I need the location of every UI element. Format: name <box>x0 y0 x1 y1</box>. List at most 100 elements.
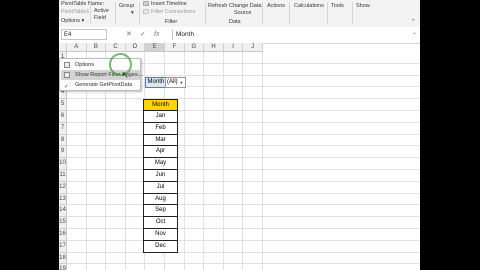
column-header-g[interactable]: G <box>184 43 205 52</box>
options-icon <box>64 62 70 68</box>
gridline <box>67 98 420 100</box>
month-cell[interactable]: Jun <box>143 170 178 182</box>
column-header-c[interactable]: C <box>106 43 126 52</box>
month-cell[interactable]: Mar <box>143 134 178 147</box>
column-header-f[interactable]: F <box>165 43 185 52</box>
pivottable-name-label: PivotTable Name: <box>61 1 105 7</box>
report-filter-value: (All) <box>167 78 178 85</box>
column-header-d[interactable]: D <box>125 43 146 52</box>
gridline <box>67 239 420 241</box>
report-filter-field-label[interactable]: Month <box>145 76 167 88</box>
row-header-16[interactable]: 16 <box>59 229 67 241</box>
gridline <box>67 180 420 182</box>
mouse-pointer-icon: ↖ <box>122 71 129 80</box>
cancel-icon[interactable]: ✕ <box>126 30 132 39</box>
calculations-button[interactable]: Calculations <box>294 3 324 9</box>
gridline <box>67 157 420 159</box>
row-header-19[interactable]: 19 <box>59 264 67 270</box>
refresh-button[interactable]: Refresh <box>208 3 227 9</box>
excel-window: PivotTable Name: PivotTable1 Options ▾ A… <box>59 0 420 270</box>
row-header-18[interactable]: 18 <box>59 252 67 265</box>
chevron-down-icon: ▾ <box>81 18 85 24</box>
change-data-source-label-1[interactable]: Change Data <box>229 3 261 9</box>
report-filter-pages-icon <box>64 72 70 78</box>
column-header-e[interactable]: E <box>145 43 165 52</box>
chevron-down-icon: ▾ <box>131 10 134 16</box>
select-all-corner[interactable] <box>59 43 67 52</box>
name-box[interactable]: E4 <box>61 29 107 40</box>
show-button[interactable]: Show <box>356 3 370 9</box>
active-field-label-1[interactable]: Active <box>94 8 109 14</box>
ribbon-separator <box>115 2 116 24</box>
options-button-label: Options <box>61 18 80 24</box>
gridline <box>67 145 420 147</box>
menu-item-label: Options <box>75 62 94 68</box>
ribbon: PivotTable Name: PivotTable1 Options ▾ A… <box>59 0 420 28</box>
tools-button[interactable]: Tools <box>331 3 344 9</box>
video-frame: PivotTable Name: PivotTable1 Options ▾ A… <box>0 0 480 270</box>
row-header-6[interactable]: 6 <box>59 111 67 123</box>
gridline <box>262 52 263 270</box>
ribbon-separator <box>327 2 328 24</box>
change-data-source-label-2[interactable]: Source <box>234 10 251 16</box>
ribbon-separator <box>205 2 206 24</box>
active-field-label-2[interactable]: Field <box>94 15 106 21</box>
row-header-10[interactable]: 10 <box>59 158 67 170</box>
gridline <box>67 228 420 229</box>
month-cell[interactable]: Jul <box>143 181 178 194</box>
month-cell[interactable]: Jan <box>143 111 178 123</box>
enter-icon[interactable]: ✓ <box>140 30 146 39</box>
gridline <box>67 192 420 194</box>
report-filter-dropdown[interactable]: (All) ▼ <box>165 76 186 88</box>
gridline <box>67 204 420 206</box>
row-header-12[interactable]: 12 <box>59 181 67 194</box>
month-cell[interactable]: Nov <box>143 229 178 241</box>
menu-item-generate-getpivotdata[interactable]: ✓ Generate GetPivotData <box>61 80 140 90</box>
column-header-a[interactable]: A <box>67 43 87 52</box>
gridline <box>67 216 420 218</box>
ribbon-separator <box>262 2 263 24</box>
row-header-11[interactable]: 11 <box>59 170 67 182</box>
column-header-i[interactable]: I <box>223 43 244 52</box>
column-header-j[interactable]: J <box>243 43 263 52</box>
row-header-15[interactable]: 15 <box>59 217 67 229</box>
formula-input[interactable]: Month <box>172 29 418 40</box>
group-button[interactable]: Group <box>119 3 134 9</box>
options-dropdown-button[interactable]: Options ▾ <box>61 18 84 24</box>
ribbon-separator <box>90 2 91 24</box>
menu-item-label: Generate GetPivotData <box>75 82 133 88</box>
pivottable-name-value[interactable]: PivotTable1 <box>61 9 89 15</box>
formula-bar: E4 ✕ ✓ fx Month ⌄ <box>59 27 420 44</box>
row-header-17[interactable]: 17 <box>59 240 67 253</box>
insert-function-icon[interactable]: fx <box>154 30 159 39</box>
filter-connections-button[interactable]: Filter Connections <box>151 9 195 15</box>
row-header-7[interactable]: 7 <box>59 122 67 135</box>
expand-formula-bar-icon[interactable]: ⌄ <box>412 29 417 38</box>
actions-button[interactable]: Actions <box>267 3 285 9</box>
row-header-14[interactable]: 14 <box>59 205 67 218</box>
row-header-9[interactable]: 9 <box>59 146 67 159</box>
row-header-13[interactable]: 13 <box>59 193 67 206</box>
month-cell[interactable]: May <box>143 158 178 170</box>
gridline <box>67 121 420 123</box>
column-header-h[interactable]: H <box>204 43 224 52</box>
month-cell[interactable]: Sep <box>143 205 178 218</box>
insert-timeline-button[interactable]: Insert Timeline <box>151 1 187 7</box>
row-header-8[interactable]: 8 <box>59 134 67 147</box>
month-cell[interactable]: Aug <box>143 193 178 206</box>
column-header-b[interactable]: B <box>86 43 107 52</box>
month-cell[interactable]: Oct <box>143 217 178 229</box>
gridline <box>222 52 224 270</box>
month-cell[interactable]: Apr <box>143 146 178 159</box>
collapse-ribbon-icon[interactable]: ⌃ <box>411 19 416 25</box>
month-cell[interactable]: Feb <box>143 122 178 135</box>
menu-item-label: Show Report Filter Pages... <box>75 72 143 78</box>
gridline <box>203 52 205 270</box>
timeline-icon <box>143 1 149 6</box>
dropdown-arrow-icon[interactable]: ▼ <box>179 80 184 85</box>
ribbon-separator <box>139 2 140 24</box>
gridline <box>67 251 420 253</box>
row-header-5[interactable]: 5 <box>59 99 67 111</box>
month-table-header[interactable]: Month <box>143 99 178 111</box>
month-cell[interactable]: Dec <box>143 240 178 253</box>
